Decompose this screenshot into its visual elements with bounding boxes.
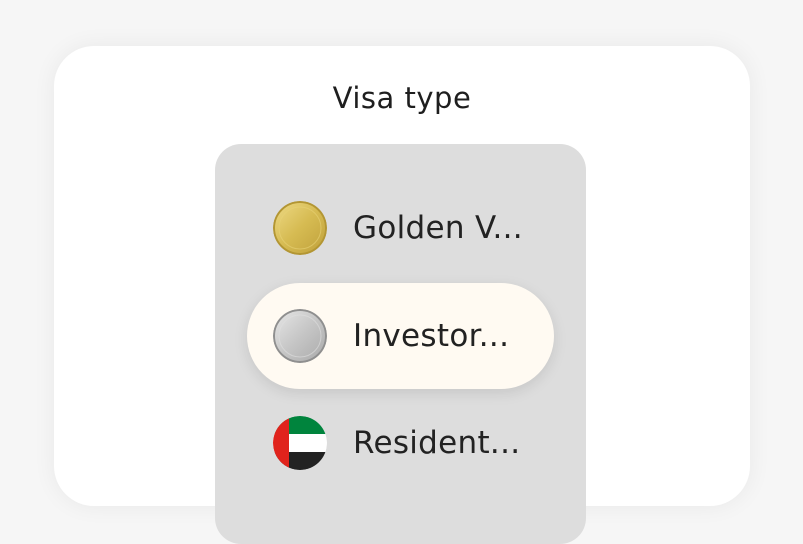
uae-flag-icon <box>273 416 327 470</box>
visa-type-picker[interactable]: Golden V... Investor... Resident... <box>215 144 586 544</box>
silver-coin-icon <box>273 309 327 363</box>
card-title: Visa type <box>332 81 472 115</box>
option-label: Golden V... <box>353 210 523 246</box>
option-golden-visa[interactable]: Golden V... <box>247 175 554 281</box>
option-resident-visa[interactable]: Resident... <box>247 390 554 496</box>
gold-coin-icon <box>273 201 327 255</box>
visa-type-card: Visa type Golden V... Investor... Reside… <box>54 46 750 544</box>
option-investor-visa[interactable]: Investor... <box>247 283 554 389</box>
option-label: Investor... <box>353 318 510 354</box>
option-label: Resident... <box>353 425 521 461</box>
